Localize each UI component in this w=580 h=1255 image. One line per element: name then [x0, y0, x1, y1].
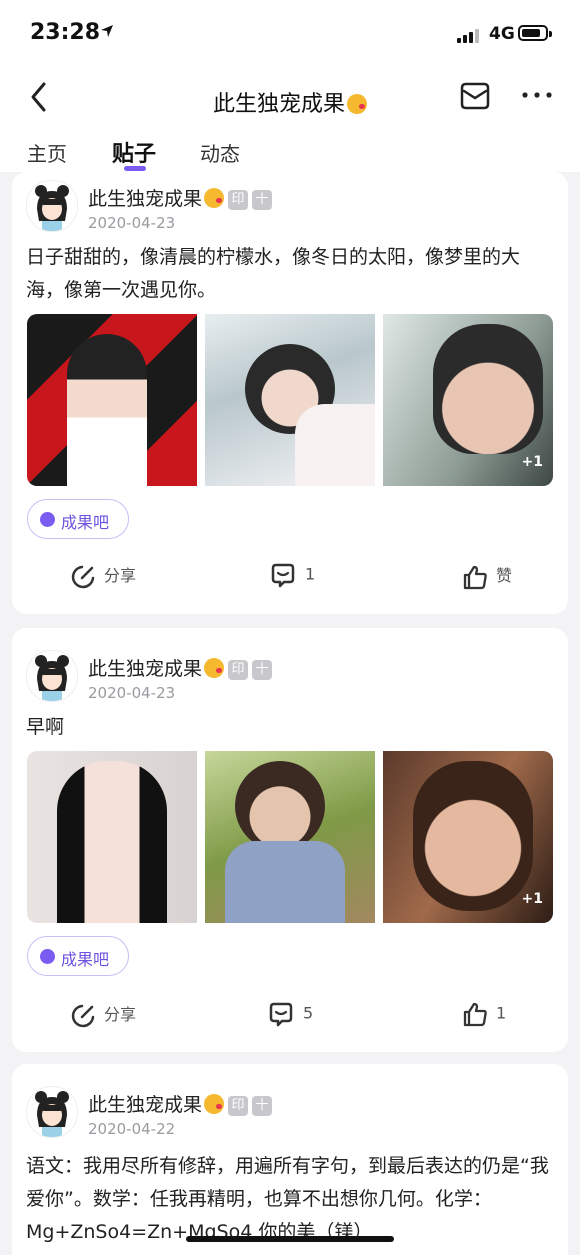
- like-button[interactable]: 赞: [462, 562, 512, 590]
- forum-tag[interactable]: 成果吧: [27, 936, 129, 976]
- message-icon[interactable]: [458, 80, 492, 112]
- post-photo[interactable]: [27, 314, 197, 486]
- post-photo[interactable]: +1: [383, 751, 553, 923]
- post-photo[interactable]: [27, 751, 197, 923]
- kiss-emoji-icon: [204, 1094, 225, 1114]
- nav-bar: 此生独宠成果: [0, 68, 580, 128]
- comment-icon: [271, 563, 295, 588]
- photo-grid: +1: [27, 314, 553, 486]
- more-photos-count: +1: [521, 454, 543, 470]
- post-card[interactable]: 此生独宠成果印十 2020-04-23 早啊 +1 成果吧 分享 5 1: [12, 628, 568, 1052]
- more-options-icon[interactable]: [520, 90, 554, 100]
- share-button[interactable]: 分享: [70, 1001, 136, 1029]
- status-bar: 23:28 4G: [0, 0, 580, 68]
- avatar[interactable]: [26, 180, 78, 232]
- badge-print: 印: [228, 190, 249, 210]
- badge-plus: 十: [252, 660, 273, 680]
- page-title: 此生独宠成果: [0, 86, 580, 118]
- signal-icon: [457, 24, 481, 43]
- post-photo[interactable]: [205, 314, 375, 486]
- badge-print: 印: [228, 1096, 249, 1116]
- share-icon: [71, 565, 95, 588]
- post-text: 日子甜甜的，像清晨的柠檬水，像冬日的太阳，像梦里的大海，像第一次遇见你。: [26, 246, 521, 301]
- location-arrow-icon: [101, 25, 113, 37]
- thumbs-up-icon: [463, 565, 487, 589]
- kiss-emoji-icon: [204, 188, 225, 208]
- username[interactable]: 此生独宠成果印十: [88, 1090, 273, 1117]
- kiss-emoji-icon: [204, 658, 225, 678]
- badge-plus: 十: [252, 1096, 273, 1116]
- post-text: 早啊: [26, 716, 65, 738]
- home-indicator[interactable]: [186, 1236, 394, 1242]
- kiss-emoji-icon: [347, 94, 367, 114]
- planet-icon: [40, 512, 55, 527]
- username[interactable]: 此生独宠成果印十: [88, 654, 273, 681]
- badge-print: 印: [228, 660, 249, 680]
- thumbs-up-icon: [463, 1002, 487, 1027]
- avatar[interactable]: [26, 650, 78, 702]
- share-icon: [71, 1004, 95, 1027]
- planet-icon: [40, 949, 55, 964]
- comment-icon: [269, 1002, 293, 1027]
- share-button[interactable]: 分享: [70, 562, 136, 590]
- post-card[interactable]: 此生独宠成果印十 2020-04-23 日子甜甜的，像清晨的柠檬水，像冬日的太阳…: [12, 172, 568, 614]
- battery-icon: [518, 25, 552, 41]
- tab-home[interactable]: 主页: [27, 138, 67, 167]
- forum-tag[interactable]: 成果吧: [27, 499, 129, 539]
- post-date: 2020-04-23: [88, 214, 176, 232]
- active-tab-indicator: [124, 166, 146, 171]
- status-time: 23:28: [30, 20, 101, 45]
- comment-button[interactable]: 5: [267, 1001, 313, 1027]
- post-photo[interactable]: +1: [383, 314, 553, 486]
- network-type: 4G: [489, 24, 515, 44]
- post-card[interactable]: 此生独宠成果印十 2020-04-22 语文：我用尽所有修辞，用遍所有字句，到最…: [12, 1064, 568, 1255]
- post-date: 2020-04-22: [88, 1120, 176, 1138]
- photo-grid: +1: [27, 751, 553, 923]
- more-photos-count: +1: [521, 891, 543, 907]
- tab-posts[interactable]: 贴子: [112, 136, 156, 168]
- like-button[interactable]: 1: [462, 1001, 506, 1027]
- badge-plus: 十: [252, 190, 273, 210]
- comment-button[interactable]: 1: [269, 562, 315, 588]
- username[interactable]: 此生独宠成果印十: [88, 184, 273, 211]
- post-photo[interactable]: [205, 751, 375, 923]
- tab-bar: 主页 贴子 动态: [0, 128, 580, 172]
- post-date: 2020-04-23: [88, 684, 176, 702]
- avatar[interactable]: [26, 1086, 78, 1138]
- tab-activity[interactable]: 动态: [200, 138, 240, 167]
